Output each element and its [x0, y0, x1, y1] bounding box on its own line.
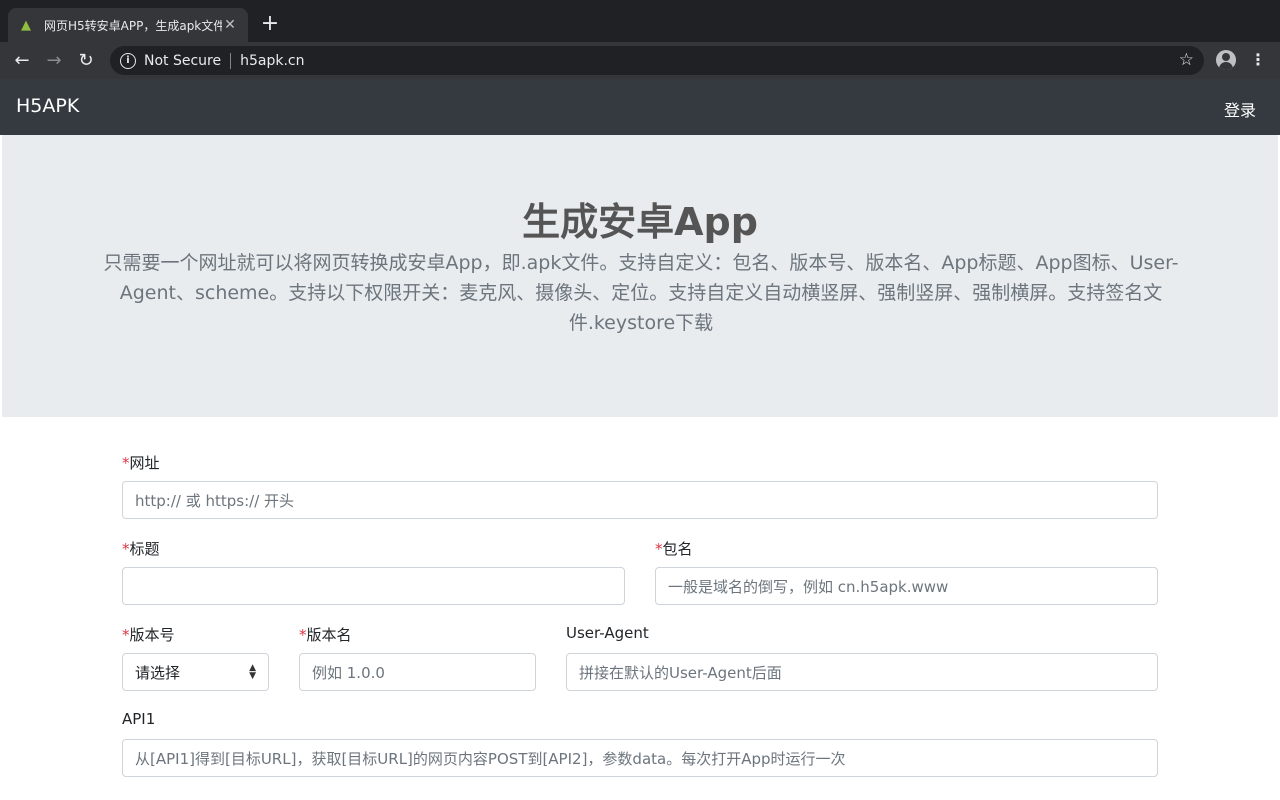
site-navbar: H5APK 登录: [0, 79, 1280, 135]
user-agent-placeholder: 拼接在默认的User-Agent后面: [579, 663, 782, 682]
info-icon[interactable]: i: [120, 52, 136, 69]
address-bar[interactable]: i Not Secure h5apk.cn ☆: [110, 46, 1204, 75]
browser-toolbar: ← → ↻ i Not Secure h5apk.cn ☆ ⋮: [0, 42, 1280, 79]
browser-menu-icon[interactable]: ⋮: [1250, 50, 1266, 70]
version-code-selected: 请选择: [135, 663, 181, 682]
url-text: h5apk.cn: [240, 52, 305, 69]
title-label: *标题: [122, 538, 160, 559]
required-mark: *: [122, 626, 130, 644]
api1-label: API1: [122, 710, 156, 728]
security-label: Not Secure: [144, 52, 222, 69]
api1-placeholder: 从[API1]得到[目标URL]，获取[目标URL]的网页内容POST到[API…: [135, 749, 846, 768]
browser-tab[interactable]: ▲ 网页H5转安卓APP，生成apk文件 ✕: [8, 8, 248, 42]
user-agent-input[interactable]: 拼接在默认的User-Agent后面: [566, 653, 1158, 691]
required-mark: *: [122, 540, 130, 558]
user-agent-label: User-Agent: [566, 624, 649, 642]
version-name-label-text: 版本名: [306, 626, 352, 644]
required-mark: *: [299, 626, 307, 644]
new-tab-icon[interactable]: +: [258, 12, 282, 36]
url-placeholder: http:// 或 https:// 开头: [135, 491, 295, 510]
version-name-label: *版本名: [299, 624, 352, 645]
package-label: *包名: [655, 538, 693, 559]
version-name-placeholder: 例如 1.0.0: [312, 663, 385, 682]
api1-input[interactable]: 从[API1]得到[目标URL]，获取[目标URL]的网页内容POST到[API…: [122, 739, 1158, 777]
version-code-label-text: 版本号: [129, 626, 175, 644]
package-input[interactable]: 一般是域名的倒写，例如 cn.h5apk.www: [655, 567, 1158, 605]
required-mark: *: [122, 454, 130, 472]
login-link[interactable]: 登录: [1224, 97, 1256, 121]
bookmark-star-icon[interactable]: ☆: [1179, 50, 1194, 70]
select-arrows-icon: ▲ ▼: [249, 663, 256, 681]
reload-icon[interactable]: ↻: [73, 48, 99, 74]
browser-tabstrip: ▲ 网页H5转安卓APP，生成apk文件 ✕ +: [0, 0, 1280, 42]
package-label-text: 包名: [662, 540, 693, 558]
forward-icon[interactable]: →: [41, 48, 67, 74]
profile-avatar-icon[interactable]: [1216, 50, 1236, 70]
back-icon[interactable]: ←: [9, 48, 35, 74]
version-code-select[interactable]: 请选择 ▲ ▼: [122, 653, 269, 691]
hero-banner: 生成安卓App 只需要一个网址就可以将网页转换成安卓App，即.apk文件。支持…: [2, 135, 1278, 417]
version-code-label: *版本号: [122, 624, 175, 645]
title-label-text: 标题: [129, 540, 160, 558]
hero-description: 只需要一个网址就可以将网页转换成安卓App，即.apk文件。支持自定义：包名、版…: [103, 252, 1179, 334]
close-tab-icon[interactable]: ✕: [222, 17, 238, 33]
page-title: 生成安卓App: [522, 200, 758, 244]
url-input[interactable]: http:// 或 https:// 开头: [122, 481, 1158, 519]
title-input[interactable]: [122, 567, 625, 605]
required-mark: *: [655, 540, 663, 558]
tab-title: 网页H5转安卓APP，生成apk文件: [44, 18, 222, 33]
version-name-input[interactable]: 例如 1.0.0: [299, 653, 536, 691]
url-label: *网址: [122, 452, 160, 473]
brand-link[interactable]: H5APK: [16, 95, 79, 117]
android-favicon-icon: ▲: [21, 17, 31, 33]
url-label-text: 网址: [129, 454, 160, 472]
omnibox-divider: [230, 52, 232, 69]
package-placeholder: 一般是域名的倒写，例如 cn.h5apk.www: [668, 577, 949, 596]
